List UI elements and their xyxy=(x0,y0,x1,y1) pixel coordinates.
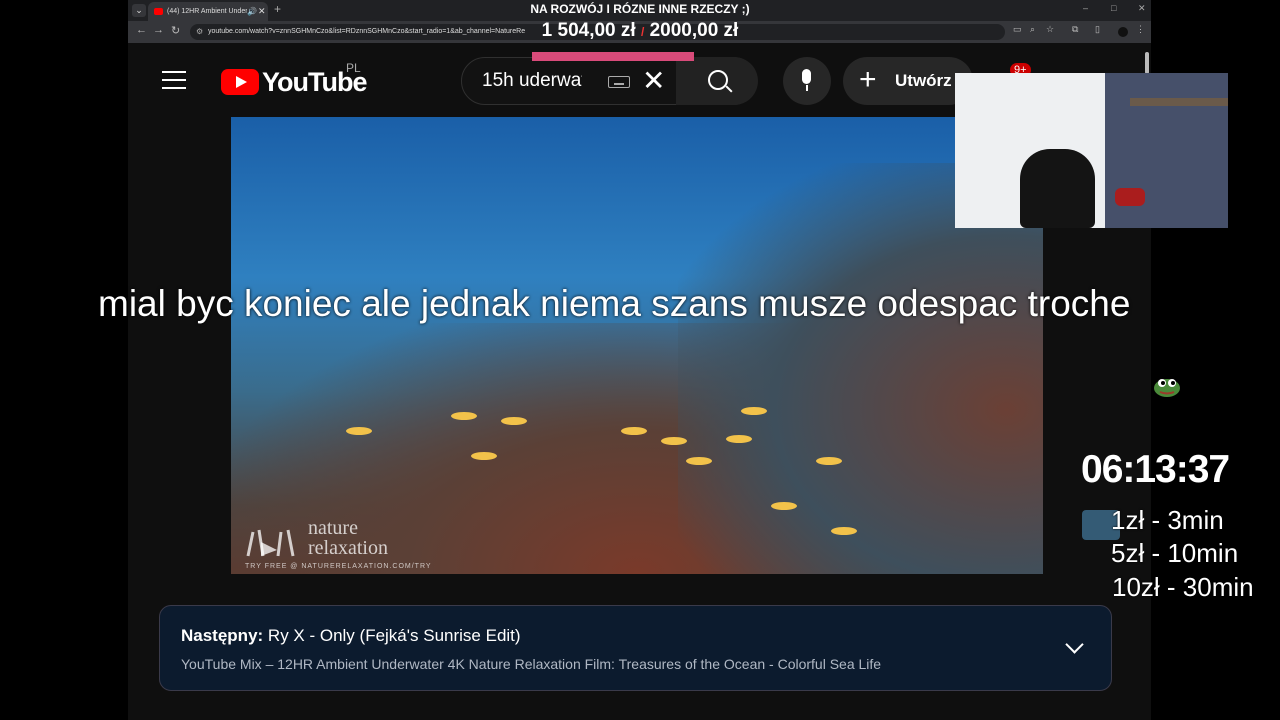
rate-line-3: 10zł - 30min xyxy=(1112,572,1254,602)
fish xyxy=(771,502,797,510)
up-next-title: Następny: Ry X - Only (Fejká's Sunrise E… xyxy=(181,626,521,646)
search-button[interactable] xyxy=(676,57,758,105)
country-code: PL xyxy=(346,61,361,75)
watermark-url: TRY FREE @ NATURERELAXATION.COM/TRY xyxy=(245,563,432,570)
fish xyxy=(501,417,527,425)
plus-icon: + xyxy=(859,63,877,96)
fish xyxy=(741,407,767,415)
scrollbar-thumb[interactable] xyxy=(1145,52,1149,74)
donation-progress-bar xyxy=(532,52,694,61)
chevron-down-icon[interactable] xyxy=(1065,635,1084,654)
fish xyxy=(471,452,497,460)
webcam-chair xyxy=(1020,149,1095,228)
hamburger-menu-icon[interactable] xyxy=(162,71,186,89)
fish xyxy=(726,435,752,443)
youtube-logo-icon[interactable] xyxy=(221,69,259,95)
search-icon xyxy=(708,70,728,90)
donation-current: 1 504,00 zł xyxy=(541,20,636,41)
microphone-stand xyxy=(806,85,808,91)
voice-search-button[interactable] xyxy=(783,57,831,105)
donation-goal: 1 504,00 zł / 2000,00 zł xyxy=(0,20,1280,42)
webcam-red-object xyxy=(1115,188,1145,206)
donation-separator: / xyxy=(640,25,645,39)
search-input[interactable]: 15h uderwater xyxy=(482,58,582,104)
fish xyxy=(661,437,687,445)
up-next-card[interactable]: Następny: Ry X - Only (Fejká's Sunrise E… xyxy=(159,605,1112,691)
fish xyxy=(451,412,477,420)
fish xyxy=(686,457,712,465)
frog-emote-icon xyxy=(1154,379,1180,397)
up-next-song: Ry X - Only (Fejká's Sunrise Edit) xyxy=(263,626,521,645)
keyboard-icon[interactable] xyxy=(608,76,630,88)
stream-title: NA ROZWÓJ I RÓZNE INNE RZECZY ;) xyxy=(530,2,750,16)
stream-message: mial byc koniec ale jednak niema szans m… xyxy=(98,283,1131,324)
video-player[interactable]: nature relaxation TRY FREE @ NATURERELAX… xyxy=(231,117,1043,574)
microphone-icon xyxy=(802,69,811,84)
subathon-timer: 06:13:37 xyxy=(1081,448,1230,491)
up-next-prefix: Następny: xyxy=(181,626,264,645)
donation-goal-amount: 2000,00 zł xyxy=(649,20,739,41)
create-label: Utwórz xyxy=(895,71,952,90)
webcam-feed xyxy=(955,73,1228,228)
clear-search-icon[interactable]: ✕ xyxy=(642,64,665,98)
fish xyxy=(621,427,647,435)
webcam-shelf xyxy=(1130,98,1228,106)
rate-line-2: 5zł - 10min xyxy=(1111,538,1239,568)
create-button[interactable]: + Utwórz xyxy=(843,57,973,105)
nature-relaxation-logo-icon xyxy=(246,529,295,557)
up-next-playlist: YouTube Mix – 12HR Ambient Underwater 4K… xyxy=(181,656,882,672)
fish xyxy=(346,427,372,435)
fish xyxy=(831,527,857,535)
watermark-line2: relaxation xyxy=(308,537,388,559)
rate-line-1: 1zł - 3min xyxy=(1111,505,1224,535)
fish xyxy=(816,457,842,465)
